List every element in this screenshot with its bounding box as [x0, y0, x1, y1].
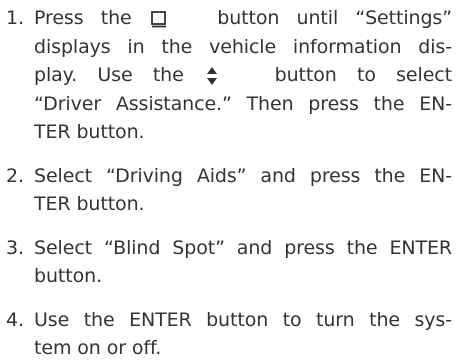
step-line: “Driver Assistance.” Then press the EN-: [34, 92, 452, 115]
step-line: Select “Driving Aids” and press the EN-: [34, 164, 452, 187]
up-down-arrow-icon: [204, 65, 220, 87]
step-line: TER button.: [34, 193, 145, 215]
step-text: Use the ENTER button to turn the sys- te…: [34, 306, 452, 363]
step-line: TER button.: [34, 121, 145, 143]
step-line: tem on or off.: [34, 337, 162, 359]
step-number: 4.: [6, 308, 24, 331]
step-4: 4. Use the ENTER button to turn the sys-…: [6, 306, 452, 363]
step-line: button.: [34, 265, 103, 287]
step-line: play. Use the button to select: [34, 64, 452, 87]
page-button-icon: [149, 9, 169, 29]
step-2: 2. Select “Driving Aids” and press the E…: [6, 162, 452, 219]
step-line: Select “Blind Spot” and press the ENTER: [34, 236, 452, 259]
step-number: 3.: [6, 236, 24, 259]
step-text: Select “Driving Aids” and press the EN- …: [34, 162, 452, 219]
step-3: 3. Select “Blind Spot” and press the ENT…: [6, 234, 452, 291]
step-1: 1. Press the button until “Settings” dis…: [6, 4, 452, 147]
step-number: 2.: [6, 164, 24, 187]
step-number: 1.: [6, 7, 24, 29]
step-line: displays in the vehicle information dis-: [34, 35, 452, 58]
step-text: Select “Blind Spot” and press the ENTER …: [34, 234, 452, 291]
instruction-list: 1. Press the button until “Settings” dis…: [6, 4, 452, 363]
step-line: Press the button until “Settings”: [34, 7, 452, 29]
step-line: Use the ENTER button to turn the sys-: [34, 308, 452, 331]
step-text: Press the button until “Settings” displa…: [34, 4, 452, 147]
